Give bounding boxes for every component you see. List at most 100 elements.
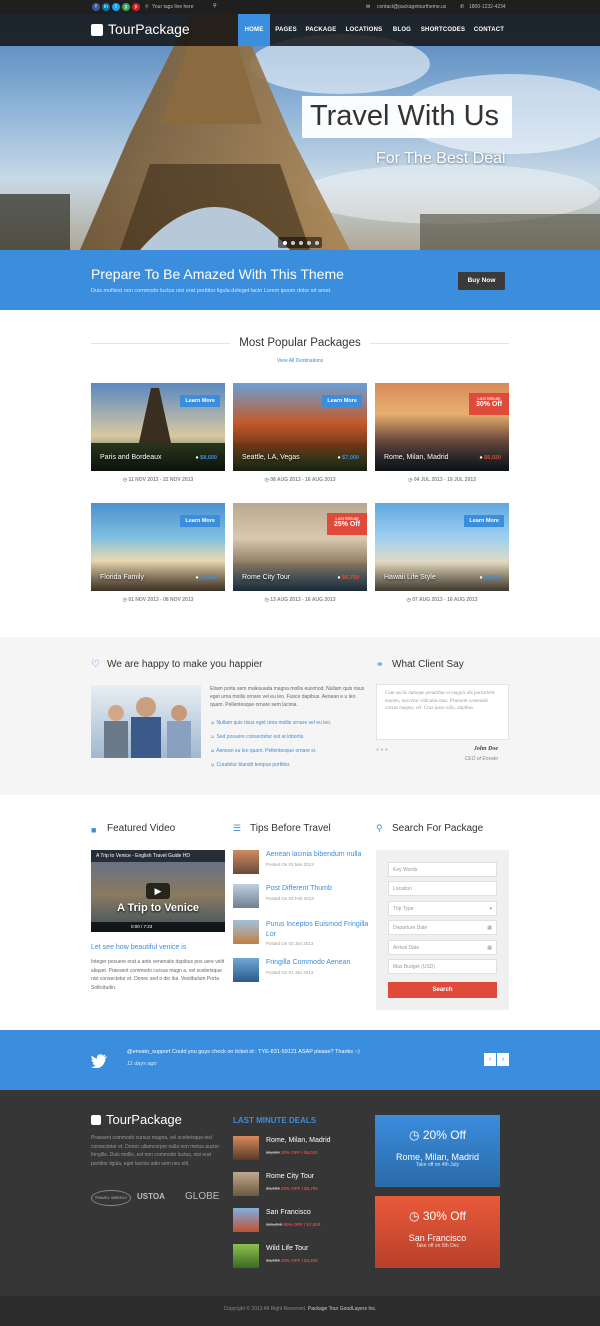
team-photo [91, 685, 201, 758]
banner-title: Prepare To Be Amazed With This Theme [91, 266, 344, 282]
brand-logo[interactable]: TourPackage [108, 21, 190, 37]
deal-title[interactable]: Rome City Tour [266, 1173, 314, 1180]
twitter-icon[interactable] [91, 1054, 107, 1068]
slider-dot[interactable] [283, 241, 287, 245]
package-title[interactable]: Florida Family [100, 574, 144, 581]
top-bar: f in t g p ⚲ Your tags line here ⚲ ✉ con… [0, 0, 600, 14]
testimonial-dots[interactable]: ● ● ● [376, 747, 388, 753]
package-title[interactable]: Paris and Bordeaux [100, 454, 161, 461]
video-player[interactable]: A Trip to Venice - English Travel Guide … [91, 850, 225, 932]
tip-thumbnail[interactable] [233, 884, 259, 908]
buy-now-button[interactable]: Buy Now [458, 272, 505, 290]
location-input[interactable]: Location [388, 881, 497, 896]
video-title-bar: A Trip to Venice - English Travel Guide … [91, 850, 225, 862]
heart-icon: ♡ [91, 659, 100, 670]
footer-brand[interactable]: TourPackage [106, 1112, 182, 1127]
tweet-text: @envato_support Could you guys check on … [127, 1049, 360, 1055]
package-title[interactable]: Rome, Milan, Madrid [384, 454, 449, 461]
about-list-item: ☺ Aenean eu leo quam. Pellentesque ornar… [210, 748, 317, 754]
tip-title[interactable]: Fringilla Commodo Aenean [266, 959, 370, 966]
package-dates: ◷ 11 NOV 2013 - 22 NOV 2013 [122, 477, 194, 483]
twitter-icon[interactable]: t [112, 3, 120, 11]
search-button[interactable]: Search [388, 982, 497, 998]
video-title: Featured Video [107, 823, 176, 834]
learn-more-button[interactable]: Learn More [180, 395, 220, 407]
departure-date-input[interactable]: Departure Date ▦ [388, 920, 497, 935]
offer-card[interactable]: ◷ 30% Off San Francisco Take off on 5th … [375, 1196, 500, 1268]
offer-card[interactable]: ◷ 20% Off Rome, Milan, Madrid Take off o… [375, 1115, 500, 1187]
nav-home[interactable]: HOME [238, 14, 270, 46]
twitter-bar: @envato_support Could you guys check on … [0, 1030, 600, 1090]
package-title[interactable]: Hawaii Life Style [384, 574, 436, 581]
video-caption[interactable]: Let see how beautiful venice is [91, 944, 186, 951]
nav-shortcodes[interactable]: SHORTCODES [418, 14, 468, 46]
facebook-icon[interactable]: f [92, 3, 100, 11]
deal-title[interactable]: San Francisco [266, 1209, 311, 1216]
phone-text: 1800-1232-4234 [469, 4, 506, 10]
tip-thumbnail[interactable] [233, 850, 259, 874]
slider-dot[interactable] [307, 241, 311, 245]
package-title[interactable]: Rome City Tour [242, 574, 290, 581]
offer-percent: ◷ 20% Off [409, 1128, 466, 1142]
nav-blog[interactable]: BLOG [388, 14, 416, 46]
search-icon-right[interactable]: ⚲ [213, 3, 217, 9]
linkedin-icon[interactable]: in [102, 3, 110, 11]
nav-locations[interactable]: LOCATIONS [342, 14, 386, 46]
package-card[interactable]: Learn More Florida Family ● $5,600 [91, 503, 225, 591]
nav-contact[interactable]: CONTACT [471, 14, 507, 46]
deal-title[interactable]: Rome, Milan, Madrid [266, 1137, 331, 1144]
package-price: ● $6,000 [479, 575, 501, 581]
nav-pages[interactable]: PAGES [271, 14, 301, 46]
package-card[interactable]: Last Minute 25% Off Rome City Tour ● $6,7… [233, 503, 367, 591]
deal-thumbnail[interactable] [233, 1172, 259, 1196]
slider-dot[interactable] [291, 241, 295, 245]
next-arrow-icon[interactable]: › [497, 1053, 509, 1066]
keywords-input[interactable]: Key Words [388, 862, 497, 877]
copyright-text: Copyright © 2013 All Right Reserved. Pac… [223, 1306, 377, 1312]
package-card[interactable]: Learn More Paris and Bordeaux ● $8,600 [91, 383, 225, 471]
client-name: John Doe [473, 746, 498, 752]
nav-package[interactable]: PACKAGE [303, 14, 339, 46]
max-budget-input[interactable]: Max Budget (USD) [388, 959, 497, 974]
learn-more-button[interactable]: Learn More [464, 515, 504, 527]
calendar-icon: ▦ [487, 925, 492, 931]
tip-title[interactable]: Post Different Thumb [266, 885, 370, 892]
view-all-link[interactable]: View All Destinations [230, 358, 370, 364]
video-text: Integer posuere erat a ante venenatis da… [91, 959, 225, 991]
testimonial-quote: Cum sociis natoque penatibus et magnis d… [385, 691, 495, 711]
video-controls[interactable]: 0:00 / 7:23 [91, 922, 225, 932]
tip-thumbnail[interactable] [233, 920, 259, 944]
tip-title[interactable]: Aenean lacinia bibendum nulla [266, 851, 370, 858]
package-title[interactable]: Seattle, LA, Vegas [242, 454, 300, 461]
trip-type-select[interactable]: Trip Type ▾ [388, 901, 497, 916]
package-price: ● $7,000 [337, 455, 359, 461]
search-icon[interactable]: ⚲ [145, 4, 149, 10]
deal-title[interactable]: Wild Life Tour [266, 1245, 308, 1252]
email-text[interactable]: contact@packagetourtheme.us [377, 4, 446, 10]
slider-dot[interactable] [299, 241, 303, 245]
footer: TourPackage Praesent commodo cursus magn… [0, 1090, 600, 1326]
play-icon[interactable]: ▶ [146, 883, 170, 899]
about-list-item: ☺ Sed posuere consectetur est at loborti… [210, 734, 305, 740]
google-icon[interactable]: g [122, 3, 130, 11]
calendar-icon: ▦ [487, 945, 492, 951]
package-card[interactable]: Last Minute 30% Off Rome, Milan, Madrid ●… [375, 383, 509, 471]
deal-price: $9,000 25% OFF / $6,750 [266, 1186, 318, 1191]
last-minute-badge[interactable]: Last Minute 25% Off [327, 513, 367, 535]
tip-title[interactable]: Purus Inceptos Euismod Fringilla Lor [266, 920, 370, 940]
learn-more-button[interactable]: Learn More [322, 395, 362, 407]
arrival-date-input[interactable]: Arrival Date ▦ [388, 940, 497, 955]
tip-thumbnail[interactable] [233, 958, 259, 982]
learn-more-button[interactable]: Learn More [180, 515, 220, 527]
offer-note: Take off on 4th July [416, 1162, 459, 1168]
prev-arrow-icon[interactable]: ‹ [484, 1053, 496, 1066]
deal-thumbnail[interactable] [233, 1208, 259, 1232]
last-minute-badge[interactable]: Last Minute 30% Off [469, 393, 509, 415]
deal-thumbnail[interactable] [233, 1244, 259, 1268]
package-card[interactable]: Learn More Seattle, LA, Vegas ● $7,000 [233, 383, 367, 471]
pinterest-icon[interactable]: p [132, 3, 140, 11]
client-title: What Client Say [392, 659, 464, 670]
deal-thumbnail[interactable] [233, 1136, 259, 1160]
slider-dot[interactable] [315, 241, 319, 245]
package-card[interactable]: Learn More Hawaii Life Style ● $6,000 [375, 503, 509, 591]
